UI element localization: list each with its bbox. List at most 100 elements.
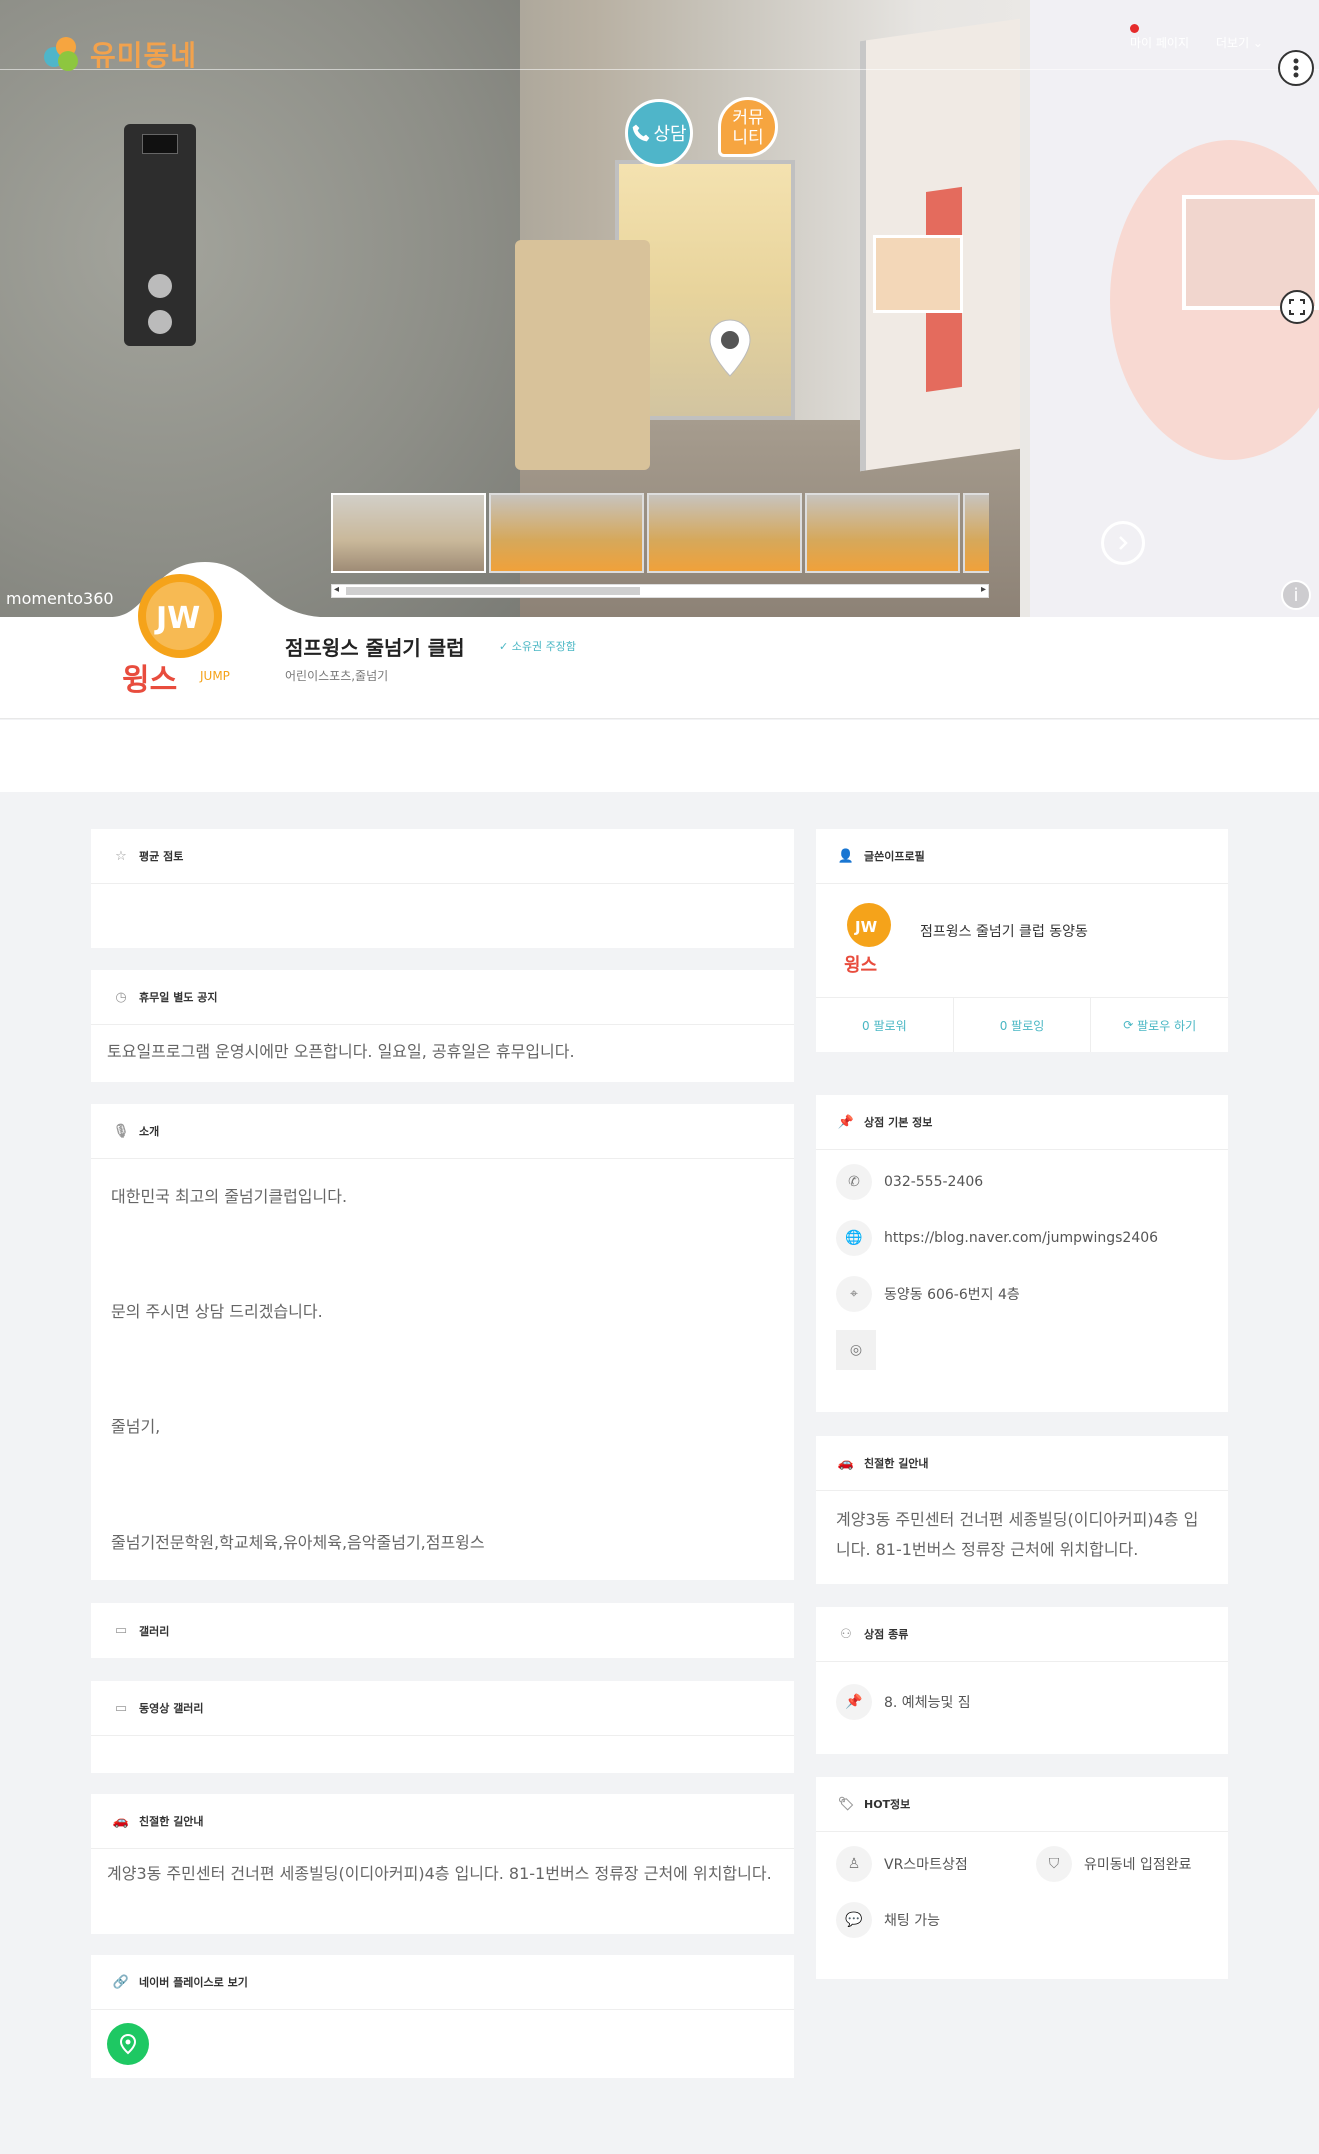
next-scene-button[interactable] bbox=[1101, 521, 1145, 565]
scene-thumbnail[interactable] bbox=[647, 493, 802, 573]
video-gallery-title: 동영상 갤러리 bbox=[139, 1702, 204, 1715]
consult-bubble-button[interactable]: 상담 bbox=[625, 99, 693, 167]
shop-name: 점프윙스 줄넘기 클럽 bbox=[285, 636, 465, 660]
rating-title: 평균 점토 bbox=[139, 850, 184, 863]
joined-label: 유미동네 입점완료 bbox=[1084, 1857, 1192, 1873]
shop-logo: JW 윙스 JUMP bbox=[122, 574, 230, 698]
website-url: https://blog.naver.com/jumpwings2406 bbox=[884, 1230, 1159, 1246]
tag-icon: 🏷 bbox=[837, 1796, 855, 1812]
shop-type-value: 8. 예체능및 짐 bbox=[884, 1695, 971, 1711]
intro-line-3: 줄넘기, bbox=[111, 1417, 161, 1436]
location-icon: ⌖ bbox=[836, 1276, 872, 1312]
chat-label: 채팅 가능 bbox=[884, 1913, 940, 1929]
user-icon: 👤 bbox=[837, 848, 855, 864]
shop-category: 어린이스포츠,줄넘기 bbox=[285, 669, 389, 683]
intro-line-2: 문의 주시면 상담 드리겠습니다. bbox=[111, 1302, 323, 1321]
community-label-2: 니티 bbox=[732, 128, 764, 148]
vr-tour-viewer[interactable]: 유미동네 마이 페이지 더보기 ⌄ 상담 커뮤 니티 ◂ ▸ i momento… bbox=[0, 0, 1319, 617]
brand-name: 유미동네 bbox=[90, 39, 198, 72]
profile-title: 글쓴이프로필 bbox=[864, 850, 925, 863]
right-directions-title: 친절한 길안내 bbox=[864, 1457, 929, 1470]
scene-thumbnail[interactable] bbox=[331, 493, 486, 573]
naver-place-card: 🔗 네이버 플레이스로 보기 bbox=[91, 1955, 794, 2078]
community-bubble-button[interactable]: 커뮤 니티 bbox=[718, 97, 778, 157]
svg-text:윙스: 윙스 bbox=[122, 663, 177, 698]
kebab-menu-button[interactable] bbox=[1278, 50, 1314, 86]
directions-card: 🚗 친절한 길안내 계양3동 주민센터 건너편 세종빌딩(이디아커피)4층 입니다… bbox=[91, 1794, 794, 1934]
follow-row: 0 팔로워 0 팔로잉 ⟳ 팔로우 하기 bbox=[816, 997, 1228, 1052]
header-divider bbox=[0, 69, 1319, 70]
holiday-text: 토요일프로그램 운영시에만 오픈합니다. 일요일, 공휴일은 휴무입니다. bbox=[107, 1042, 575, 1061]
svg-text:JW: JW bbox=[854, 918, 878, 936]
basic-info-title: 상점 기본 정보 bbox=[864, 1116, 933, 1129]
shop-type-card: ⚇ 상점 종류 📌 8. 예체능및 짐 bbox=[816, 1607, 1228, 1754]
shop-type-title: 상점 종류 bbox=[864, 1628, 909, 1641]
followers-count[interactable]: 0 팔로워 bbox=[816, 998, 954, 1052]
vr-row[interactable]: ♙ VR스마트상점 bbox=[816, 1836, 968, 1892]
naver-title: 네이버 플레이스로 보기 bbox=[139, 1976, 248, 1989]
directions-title: 친절한 길안내 bbox=[139, 1815, 204, 1828]
location-pin-icon[interactable] bbox=[706, 318, 754, 378]
sitemap-icon: ⚇ bbox=[840, 1626, 852, 1642]
right-directions-card: 🚗 친절한 길안내 계양3동 주민센터 건너편 세종빌딩(이디아커피)4층 입니다… bbox=[816, 1436, 1228, 1584]
owner-claim-label: 소유권 주장함 bbox=[511, 640, 576, 653]
svg-text:JW: JW bbox=[154, 601, 200, 636]
follow-button[interactable]: ⟳ 팔로우 하기 bbox=[1091, 998, 1228, 1052]
clock-icon: ◷ bbox=[115, 989, 127, 1005]
bookmark-icon: ⛉ bbox=[1036, 1846, 1072, 1882]
scene-thumbnail[interactable] bbox=[805, 493, 960, 573]
shop-type-row: 📌 8. 예체능및 짐 bbox=[816, 1674, 1228, 1730]
intro-card: 🎙 소개 대한민국 최고의 줄넘기클럽입니다. 문의 주시면 상담 드리겠습니다.… bbox=[91, 1104, 794, 1580]
consult-label: 상담 bbox=[653, 124, 687, 145]
site-logo[interactable]: 유미동네 bbox=[44, 34, 197, 74]
holiday-card: ◷ 휴무일 별도 공지 토요일프로그램 운영시에만 오픈합니다. 일요일, 공휴일… bbox=[91, 970, 794, 1082]
naver-place-button[interactable] bbox=[107, 2023, 149, 2065]
video-gallery-card[interactable]: ▭ 동영상 갤러리 bbox=[91, 1681, 794, 1773]
intro-line-1: 대한민국 최고의 줄넘기클럽입니다. bbox=[111, 1187, 348, 1206]
gallery-title: 갤러리 bbox=[139, 1624, 170, 1638]
gallery-card[interactable]: ▭ 갤러리 bbox=[91, 1603, 794, 1658]
pin-icon: 📌 bbox=[837, 1114, 855, 1130]
car-icon: 🚗 bbox=[837, 1455, 855, 1471]
profile-spacer bbox=[0, 720, 1319, 792]
refresh-icon: ⟳ bbox=[1123, 1018, 1138, 1032]
instagram-row[interactable]: ◎ bbox=[816, 1322, 1228, 1378]
fullscreen-button[interactable] bbox=[1280, 290, 1314, 324]
logo-dots-icon bbox=[44, 37, 86, 71]
link-icon: 🔗 bbox=[112, 1974, 130, 1990]
hot-info-card: 🏷 HOT정보 ♙ VR스마트상점 ⛉ 유미동네 입점완료 💬 채팅 가능 bbox=[816, 1777, 1228, 1979]
phone-icon: ✆ bbox=[836, 1164, 872, 1200]
intro-title: 소개 bbox=[139, 1125, 160, 1138]
phone-number: 032-555-2406 bbox=[884, 1174, 984, 1190]
rating-card: ☆ 평균 점토 bbox=[91, 829, 794, 948]
scene-thumbnail[interactable] bbox=[963, 493, 989, 573]
author-name[interactable]: 점프윙스 줄넘기 클럽 동양동 bbox=[920, 921, 1088, 941]
pin-icon: 📌 bbox=[836, 1684, 872, 1720]
check-icon: ✓ bbox=[499, 640, 509, 653]
my-page-link[interactable]: 마이 페이지 bbox=[1130, 34, 1189, 51]
hero-shelf bbox=[515, 240, 650, 470]
car-icon: 🚗 bbox=[112, 1813, 130, 1829]
elevator-panel-image bbox=[124, 124, 196, 346]
phone-row[interactable]: ✆ 032-555-2406 bbox=[816, 1154, 1228, 1210]
image-icon: ▭ bbox=[114, 1623, 128, 1638]
scene-thumbnail-strip[interactable] bbox=[331, 493, 989, 573]
following-count[interactable]: 0 팔로잉 bbox=[954, 998, 1092, 1052]
basic-info-card: 📌 상점 기본 정보 ✆ 032-555-2406 🌐 https://blog.… bbox=[816, 1095, 1228, 1412]
owner-claim-badge[interactable]: ✓ 소유권 주장함 bbox=[499, 638, 576, 654]
more-menu-link[interactable]: 더보기 ⌄ bbox=[1216, 34, 1263, 51]
instagram-icon[interactable]: ◎ bbox=[836, 1330, 876, 1370]
follow-label: 팔로우 하기 bbox=[1137, 1018, 1197, 1033]
hot-title: HOT정보 bbox=[864, 1798, 911, 1811]
chat-row[interactable]: 💬 채팅 가능 bbox=[816, 1892, 940, 1948]
chat-icon: 💬 bbox=[836, 1902, 872, 1938]
globe-icon: 🌐 bbox=[836, 1220, 872, 1256]
website-row[interactable]: 🌐 https://blog.naver.com/jumpwings2406 bbox=[816, 1210, 1228, 1266]
hotspot-boy-frame[interactable] bbox=[873, 235, 963, 313]
map-pin-icon bbox=[119, 2033, 137, 2055]
scene-thumbnail[interactable] bbox=[489, 493, 644, 573]
directions-text: 계양3동 주민센터 건너편 세종빌딩(이디아커피)4층 입니다. 81-1번버스… bbox=[107, 1864, 772, 1883]
fullscreen-icon bbox=[1289, 299, 1305, 315]
holiday-title: 휴무일 별도 공지 bbox=[139, 991, 218, 1004]
address-text: 동양동 606-6번지 4층 bbox=[884, 1287, 1020, 1303]
